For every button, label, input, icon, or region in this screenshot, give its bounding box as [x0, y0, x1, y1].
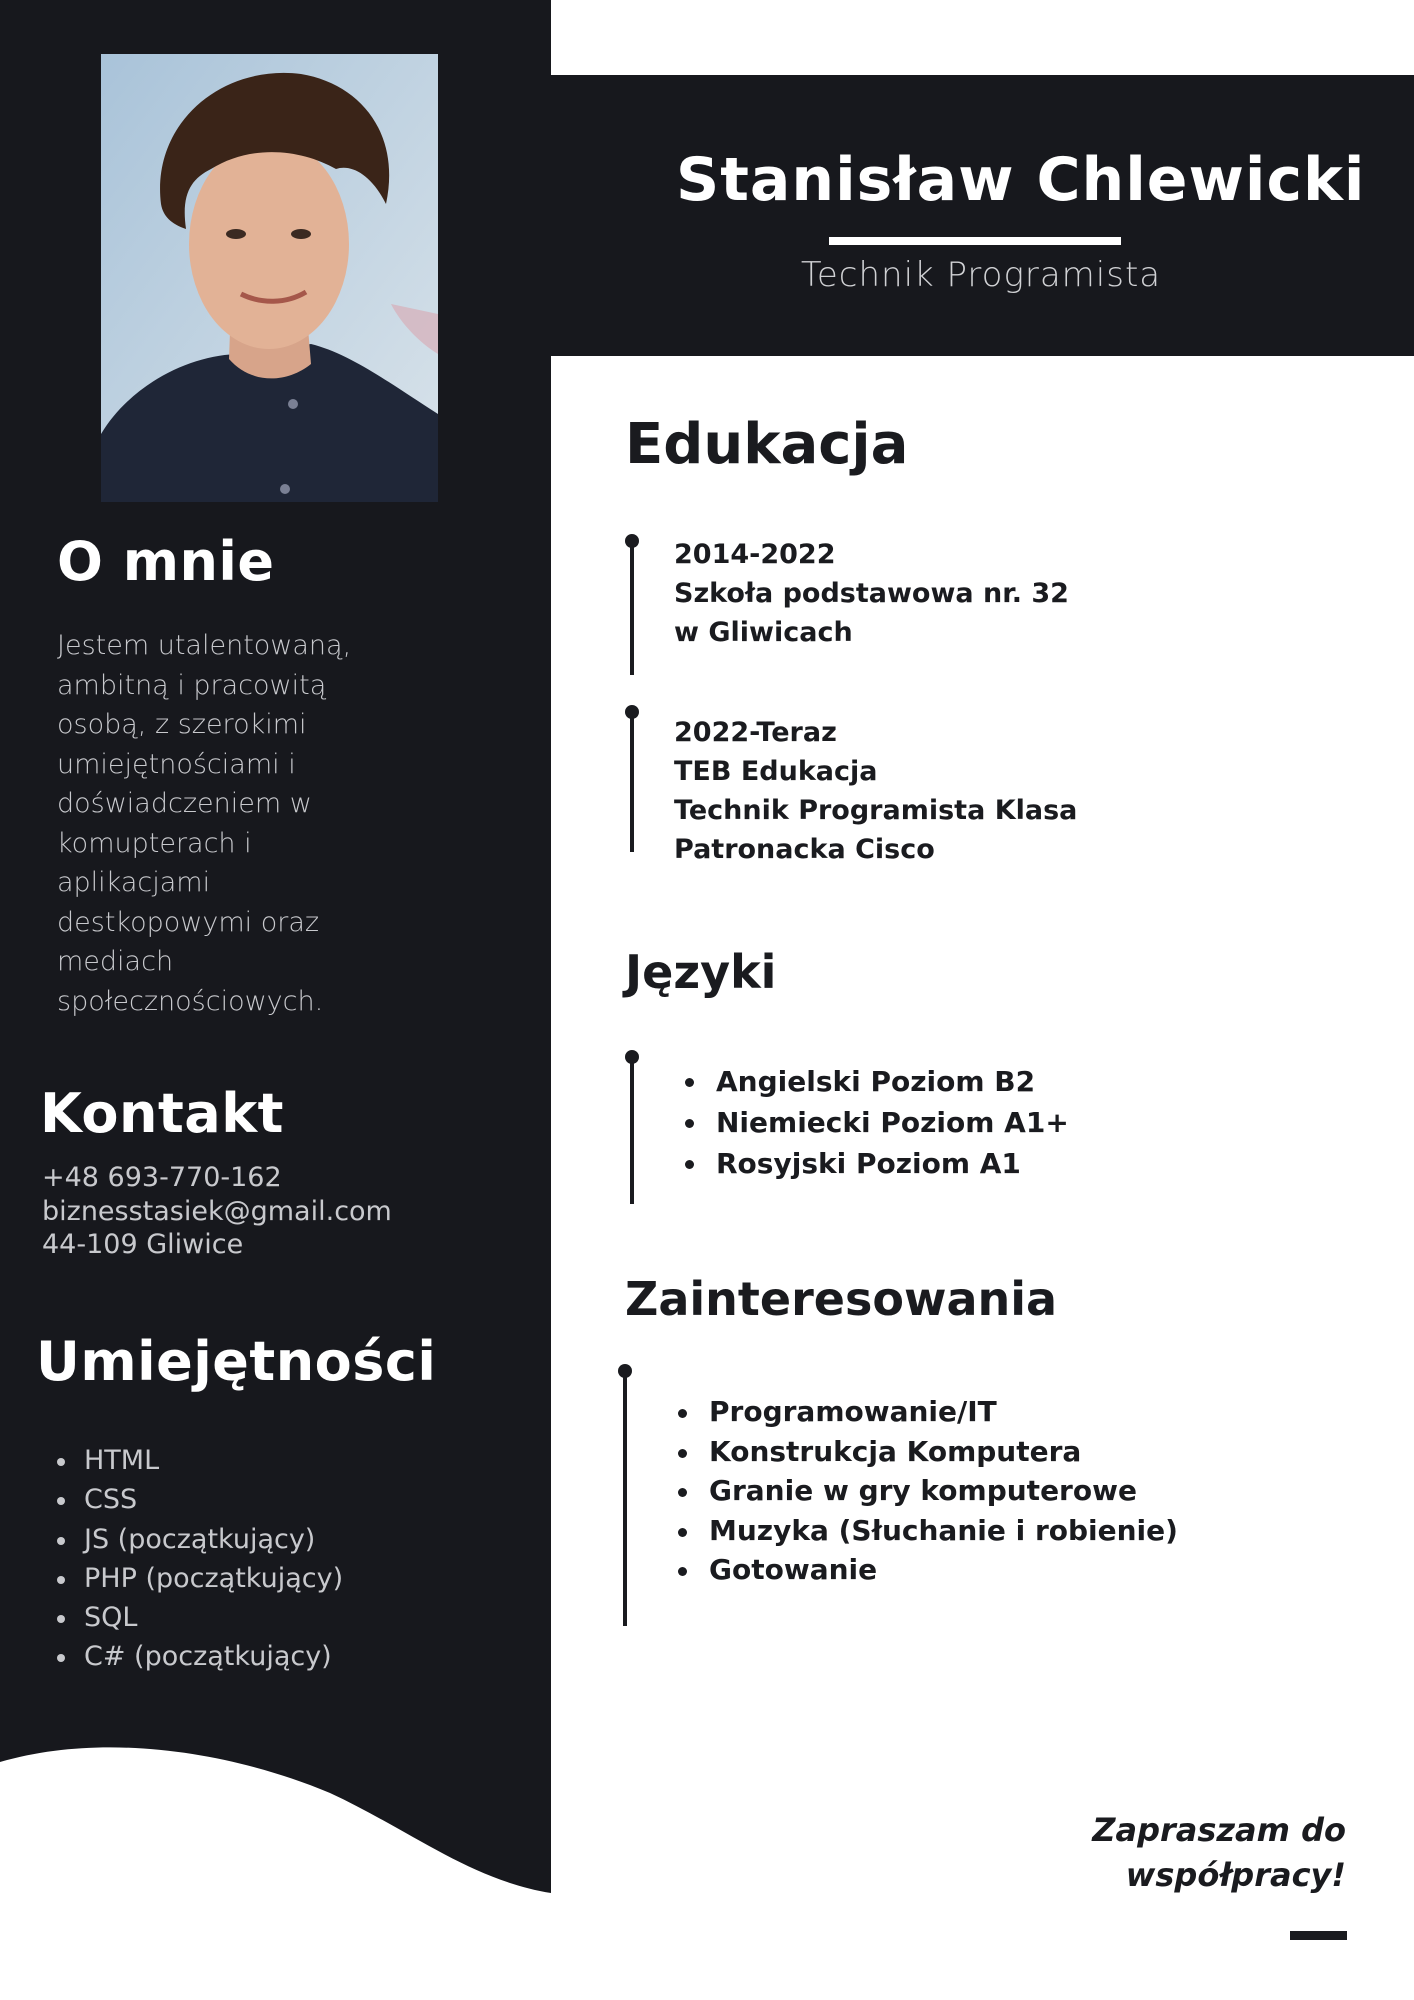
interests-heading: Zainteresowania	[625, 1272, 1058, 1326]
interest-item: Konstrukcja Komputera	[675, 1432, 1178, 1472]
skill-item: SQL	[50, 1598, 343, 1637]
contact-address: 44-109 Gliwice	[42, 1229, 244, 1260]
education-detail: w Gliwicach	[674, 617, 853, 648]
skill-item: JS (początkujący)	[50, 1520, 343, 1559]
person-name: Stanisław Chlewicki	[676, 145, 1366, 215]
education-entry: 2022-Teraz TEB Edukacja Technik Programi…	[674, 713, 1077, 869]
language-item: Angielski Poziom B2	[682, 1061, 1069, 1102]
education-detail: Technik Programista Klasa	[674, 795, 1078, 826]
contact-phone: +48 693-770-162	[42, 1162, 282, 1193]
skill-item: C# (początkujący)	[50, 1637, 343, 1676]
sidebar: O mnie Jestem utalentowaną, ambitną i pr…	[0, 0, 551, 2000]
education-timeline-2	[625, 705, 639, 852]
interest-item: Programowanie/IT	[675, 1392, 1178, 1432]
contact-list: +48 693-770-162 biznesstasiek@gmail.com …	[42, 1161, 392, 1262]
language-item: Rosyjski Poziom A1	[682, 1143, 1069, 1184]
closing-line-2: współpracy!	[1125, 1856, 1346, 1894]
education-years: 2022-Teraz	[674, 717, 837, 748]
header-band: Stanisław Chlewicki Technik Programista	[551, 75, 1414, 356]
about-heading: O mnie	[57, 530, 275, 593]
education-detail: Patronacka Cisco	[674, 834, 935, 865]
name-underline	[829, 237, 1121, 245]
interests-list: Programowanie/IT Konstrukcja Komputera G…	[675, 1392, 1178, 1590]
interest-item: Granie w gry komputerowe	[675, 1471, 1178, 1511]
skill-item: CSS	[50, 1480, 343, 1519]
skill-item: HTML	[50, 1441, 343, 1480]
about-text: Jestem utalentowaną, ambitną i pracowitą…	[57, 630, 352, 1017]
languages-timeline	[625, 1050, 639, 1204]
education-school: TEB Edukacja	[674, 756, 878, 787]
closing-dash	[1290, 1931, 1347, 1940]
education-entry: 2014-2022 Szkoła podstawowa nr. 32 w Gli…	[674, 535, 1069, 652]
languages-list: Angielski Poziom B2 Niemiecki Poziom A1+…	[682, 1061, 1069, 1184]
closing-line-1: Zapraszam do	[1092, 1811, 1346, 1849]
interest-item: Gotowanie	[675, 1550, 1178, 1590]
profile-photo	[101, 54, 438, 502]
interests-timeline	[618, 1364, 632, 1626]
education-heading: Edukacja	[625, 412, 909, 477]
education-school: Szkoła podstawowa nr. 32	[674, 578, 1069, 609]
skills-list: HTML CSS JS (początkujący) PHP (początku…	[50, 1441, 343, 1677]
contact-heading: Kontakt	[40, 1082, 284, 1145]
skills-heading: Umiejętności	[36, 1330, 437, 1393]
skill-item: PHP (początkujący)	[50, 1559, 343, 1598]
contact-email: biznesstasiek@gmail.com	[42, 1195, 392, 1227]
closing-note: Zapraszam do współpracy!	[1092, 1808, 1346, 1898]
job-title: Technik Programista	[800, 255, 1162, 295]
education-timeline-1	[625, 534, 639, 675]
language-item: Niemiecki Poziom A1+	[682, 1102, 1069, 1143]
languages-heading: Języki	[625, 945, 777, 999]
interest-item: Muzyka (Słuchanie i robienie)	[675, 1511, 1178, 1551]
education-years: 2014-2022	[674, 539, 836, 570]
